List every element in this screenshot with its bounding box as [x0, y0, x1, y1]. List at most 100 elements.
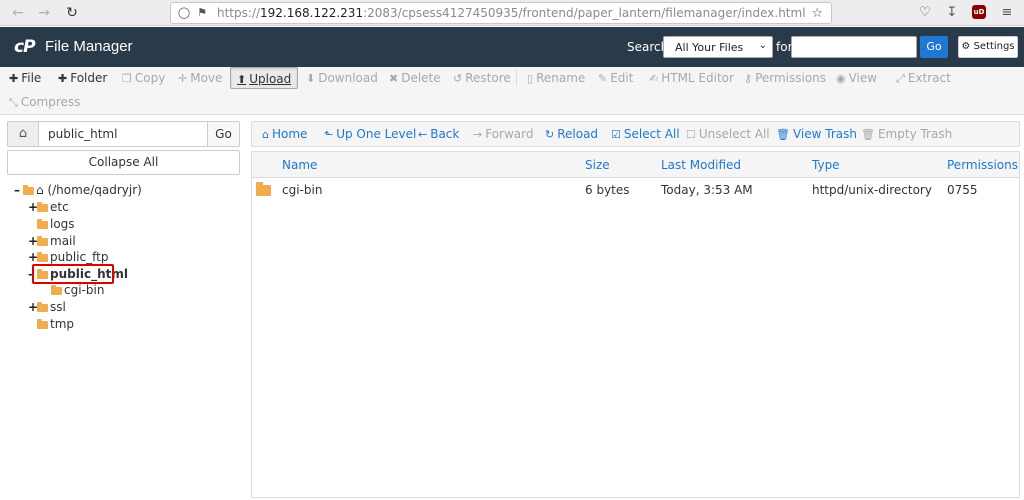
permissions-button[interactable]: ⚷ Permissions [744, 67, 826, 89]
folder-icon [37, 236, 48, 246]
extract-button[interactable]: ⤢ Extract [896, 67, 951, 89]
upload-icon: ⬆ [237, 73, 247, 86]
checkbox-empty-icon: ☐ [686, 128, 696, 141]
eye-icon: ◉ [836, 72, 846, 85]
bookmark-star-icon[interactable]: ☆ [811, 6, 823, 21]
page-title: File Manager [45, 38, 133, 55]
rename-icon: ▯ [527, 72, 534, 85]
forward-button[interactable]: → Forward [473, 127, 533, 141]
tree-item-logs[interactable]: logs [37, 216, 75, 232]
folder-icon [256, 182, 271, 196]
reload-icon[interactable]: ↻ [62, 3, 82, 23]
cpanel-logo: cP [14, 37, 36, 57]
tree-item-mail[interactable]: + mail [28, 233, 76, 249]
search-input[interactable] [791, 36, 917, 58]
browser-toolbar: ← → ↻ ◯ ⚑ https://192.168.122.231:2083/c… [0, 0, 1024, 26]
reload-button[interactable]: ↻ Reload [545, 127, 598, 141]
column-header-last-modified[interactable]: Last Modified [661, 158, 741, 172]
copy-icon: ❐ [122, 72, 132, 85]
new-folder-button[interactable]: ✚ Folder [58, 67, 107, 89]
settings-button[interactable]: ⚙ Settings [958, 36, 1018, 58]
back-arrow-icon[interactable]: ← [8, 3, 28, 23]
view-trash-button[interactable]: 🗑 View Trash [776, 127, 857, 141]
rename-button[interactable]: ▯ Rename [527, 67, 585, 89]
plus-icon: ✚ [58, 72, 68, 85]
file-name[interactable]: cgi-bin [282, 183, 322, 197]
checkbox-checked-icon: ☑ [611, 128, 621, 141]
download-icon: ⬇ [306, 72, 316, 85]
tree-item-tmp[interactable]: tmp [37, 316, 74, 332]
level-up-icon: ⬑ [324, 128, 334, 141]
file-list: Name Size Last Modified Type Permissions… [251, 151, 1020, 498]
expand-toggle[interactable]: + [28, 233, 38, 249]
column-header-name[interactable]: Name [282, 158, 317, 172]
column-header-permissions[interactable]: Permissions [947, 158, 1018, 172]
tree-item-root[interactable]: – ⌂ (/home/qadryjr) [14, 182, 142, 198]
download-button[interactable]: ⬇ Download [306, 67, 378, 89]
refresh-icon: ↻ [545, 128, 555, 141]
tree-item-ssl[interactable]: + ssl [28, 299, 66, 315]
home-button[interactable]: ⌂ Home [262, 127, 307, 141]
new-file-button[interactable]: ✚ File [9, 67, 41, 89]
table-header: Name Size Last Modified Type Permissions [252, 152, 1019, 178]
empty-trash-button[interactable]: 🗑 Empty Trash [861, 127, 952, 141]
delete-button[interactable]: ✖ Delete [389, 67, 441, 89]
pocket-icon[interactable]: ♡ [916, 4, 934, 22]
copy-button[interactable]: ❐ Copy [122, 67, 165, 89]
file-type: httpd/unix-directory [812, 183, 932, 197]
tree-item-etc[interactable]: + etc [28, 199, 69, 215]
pencil-icon: ✎ [598, 72, 608, 85]
close-icon: ✖ [389, 72, 399, 85]
folder-icon [23, 185, 34, 195]
path-go-button[interactable]: Go [207, 122, 239, 146]
expand-toggle[interactable]: + [28, 199, 38, 215]
plus-icon: ✚ [9, 72, 19, 85]
folder-icon [37, 252, 48, 262]
download-icon[interactable]: ↧ [943, 4, 961, 22]
folder-icon [37, 302, 48, 312]
menu-icon[interactable]: ≡ [998, 4, 1016, 22]
view-button[interactable]: ◉ View [836, 67, 877, 89]
tree-item-cgi-bin[interactable]: cgi-bin [51, 282, 104, 298]
back-button[interactable]: ← Back [418, 127, 459, 141]
trash-icon: 🗑 [776, 128, 790, 141]
collapse-all-button[interactable]: Collapse All [7, 150, 240, 175]
chevron-down-icon: ⌄ [758, 40, 767, 51]
unselect-all-button[interactable]: ☐ Unselect All [686, 127, 770, 141]
table-row[interactable]: cgi-bin 6 bytes Today, 3:53 AM httpd/uni… [252, 179, 1019, 201]
search-scope-select[interactable]: All Your Files ⌄ [663, 36, 773, 58]
restore-button[interactable]: ↺ Restore [453, 67, 511, 89]
ublock-icon[interactable]: uD [972, 5, 986, 19]
home-icon[interactable]: ⌂ [8, 122, 39, 146]
move-button[interactable]: ✛ Move [178, 67, 222, 89]
edit-document-icon: ✍ [649, 72, 659, 85]
url-text: https://192.168.122.231:2083/cpsess41274… [217, 6, 806, 20]
folder-icon [51, 285, 62, 295]
shield-icon[interactable]: ◯ [177, 6, 191, 20]
file-permissions: 0755 [947, 183, 978, 197]
tree-item-public-ftp[interactable]: + public_ftp [28, 249, 108, 265]
path-navigation: ⌂ public_html Go [7, 121, 240, 147]
collapse-toggle[interactable]: – [14, 182, 23, 198]
folder-icon [37, 219, 48, 229]
gear-icon: ⚙ [961, 41, 971, 52]
expand-toggle[interactable]: + [28, 249, 38, 265]
edit-button[interactable]: ✎ Edit [598, 67, 633, 89]
path-input[interactable]: public_html [48, 127, 117, 141]
upload-button[interactable]: ⬆ Upload [230, 67, 299, 89]
expand-toggle[interactable]: + [28, 299, 38, 315]
trash-icon: 🗑 [861, 128, 875, 141]
search-go-button[interactable]: Go [920, 36, 948, 58]
html-editor-button[interactable]: ✍ HTML Editor [649, 67, 734, 89]
arrow-left-icon: ← [418, 128, 428, 141]
forward-arrow-icon[interactable]: → [34, 3, 54, 23]
column-header-type[interactable]: Type [812, 158, 840, 172]
url-bar[interactable]: ◯ ⚑ https://192.168.122.231:2083/cpsess4… [170, 2, 832, 24]
column-header-size[interactable]: Size [585, 158, 610, 172]
up-one-level-button[interactable]: ⬑ Up One Level [324, 127, 416, 141]
select-all-button[interactable]: ☑ Select All [611, 127, 680, 141]
lock-icon[interactable]: ⚑ [195, 6, 209, 20]
compress-button[interactable]: ⤡ Compress [9, 91, 80, 113]
compress-icon: ⤡ [9, 96, 18, 109]
move-icon: ✛ [178, 72, 188, 85]
